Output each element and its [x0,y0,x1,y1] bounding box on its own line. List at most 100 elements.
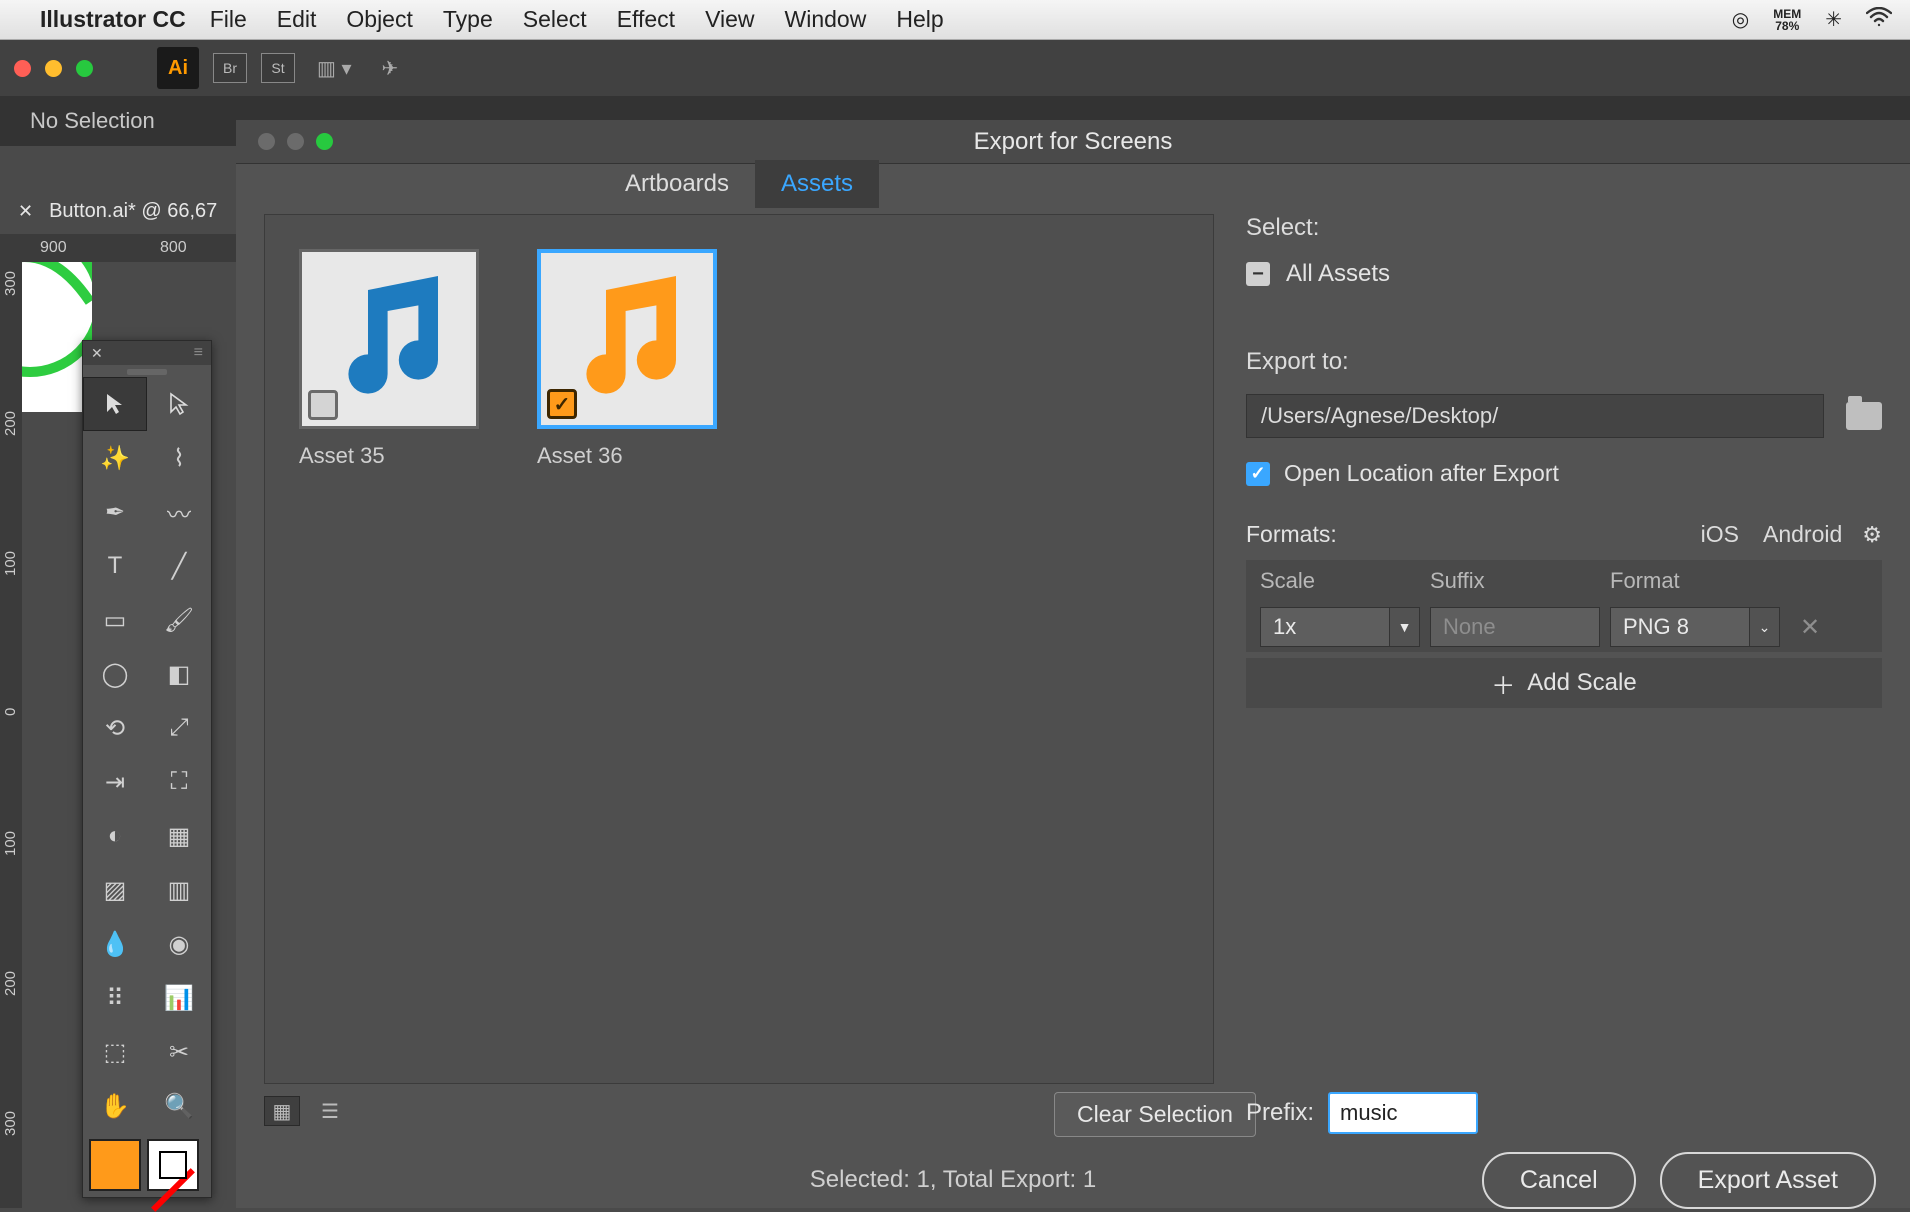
menu-select[interactable]: Select [523,6,587,33]
select-label: Select: [1246,214,1882,242]
shaper-tool[interactable]: ◯ [83,647,147,701]
eraser-tool[interactable]: ◧ [147,647,211,701]
grid-view-icon[interactable]: ▦ [264,1096,300,1126]
asset-check-icon[interactable] [308,390,338,420]
menu-help[interactable]: Help [896,6,943,33]
fill-swatch[interactable] [89,1139,141,1191]
shape-builder-tool[interactable]: ◐ [83,809,147,863]
remove-row-icon[interactable]: ✕ [1800,613,1820,642]
width-tool[interactable]: ⇥ [83,755,147,809]
asset-thumb-box[interactable] [299,249,479,429]
window-minimize-icon[interactable] [45,60,62,77]
menu-edit[interactable]: Edit [277,6,317,33]
dialog-zoom-icon[interactable] [316,133,333,150]
open-location-checkbox[interactable]: ✓ [1246,462,1270,486]
asset-label: Asset 36 [537,443,717,469]
all-assets-toggle[interactable]: − All Assets [1246,260,1882,288]
line-tool[interactable]: ╱ [147,539,211,593]
eyedropper-tool[interactable]: 💧 [83,917,147,971]
asset-thumb[interactable]: ✓ Asset 36 [537,249,717,469]
gpu-preview-icon[interactable]: ✈ [374,52,407,85]
mesh-tool[interactable]: ▨ [83,863,147,917]
menu-effect[interactable]: Effect [617,6,675,33]
menu-window[interactable]: Window [785,6,867,33]
add-scale-button[interactable]: ＋ Add Scale [1246,658,1882,708]
close-tab-icon[interactable]: ✕ [18,201,33,222]
suffix-input[interactable]: None [1430,607,1600,647]
open-location-label: Open Location after Export [1284,460,1559,487]
arrange-documents-icon[interactable]: ▥ ▾ [309,52,360,85]
list-view-icon[interactable]: ☰ [312,1096,348,1126]
scale-tool[interactable]: ⤢ [147,701,211,755]
cancel-button[interactable]: Cancel [1482,1152,1636,1209]
format-settings-gear-icon[interactable]: ⚙ [1862,522,1882,548]
close-panel-icon[interactable]: ✕ [91,345,103,362]
dialog-close-icon[interactable] [258,133,275,150]
window-close-icon[interactable] [14,60,31,77]
perspective-grid-tool[interactable]: ▦ [147,809,211,863]
magic-wand-tool[interactable]: ✨ [83,431,147,485]
blend-tool[interactable]: ◉ [147,917,211,971]
artboard-tool[interactable]: ⬚ [83,1025,147,1079]
type-tool[interactable]: T [83,539,147,593]
export-path-field[interactable]: /Users/Agnese/Desktop/ [1246,394,1824,438]
panel-grip-icon[interactable]: ≡ [194,344,203,362]
export-asset-button[interactable]: Export Asset [1660,1152,1876,1209]
menu-view[interactable]: View [705,6,754,33]
menu-type[interactable]: Type [443,6,493,33]
app-name[interactable]: Illustrator CC [40,6,186,33]
vertical-ruler [0,262,22,1208]
ios-preset-button[interactable]: iOS [1701,521,1739,548]
column-graph-tool[interactable]: 📊 [147,971,211,1025]
chevron-down-icon[interactable]: ▼ [1389,608,1419,646]
document-tab[interactable]: ✕ Button.ai* @ 66,67 [0,190,239,232]
menu-object[interactable]: Object [346,6,412,33]
sync-icon[interactable]: ✳ [1825,7,1842,32]
app-toolbar: Ai Br St ▥ ▾ ✈ [0,40,1910,96]
wifi-icon[interactable] [1866,7,1892,33]
plus-icon: ＋ [1491,666,1515,701]
illustrator-logo-icon: Ai [157,47,199,89]
asset-thumb-box[interactable]: ✓ [537,249,717,429]
stroke-swatch[interactable] [147,1139,199,1191]
zoom-tool[interactable]: 🔍 [147,1079,211,1133]
paintbrush-tool[interactable]: 🖌 [147,593,211,647]
selection-tool[interactable] [83,377,147,431]
symbol-sprayer-tool[interactable]: ⠿ [83,971,147,1025]
asset-thumb[interactable]: Asset 35 [299,249,479,469]
rectangle-tool[interactable]: ▭ [83,593,147,647]
window-zoom-icon[interactable] [76,60,93,77]
ruler-mark: 100 [2,551,19,576]
chevron-down-icon[interactable]: ⌄ [1749,608,1779,646]
drag-handle-icon[interactable] [127,369,167,375]
prefix-input[interactable] [1328,1092,1478,1134]
dialog-minimize-icon[interactable] [287,133,304,150]
hand-tool[interactable]: ✋ [83,1079,147,1133]
lasso-tool[interactable]: ⌇ [147,431,211,485]
export-for-screens-dialog: Export for Screens Artboards Assets Asse… [236,120,1910,1208]
asset-check-icon[interactable]: ✓ [547,389,577,419]
dialog-titlebar: Export for Screens [236,120,1910,164]
creative-cloud-icon[interactable]: ◎ [1732,7,1749,32]
clear-selection-button[interactable]: Clear Selection [1054,1092,1256,1137]
pen-tool[interactable]: ✒ [83,485,147,539]
ruler-mark: 100 [2,831,19,856]
menu-file[interactable]: File [210,6,247,33]
tab-artboards[interactable]: Artboards [599,160,755,208]
asset-label: Asset 35 [299,443,479,469]
choose-folder-icon[interactable] [1846,402,1882,430]
scale-select[interactable]: 1x▼ [1260,607,1420,647]
slice-tool[interactable]: ✂ [147,1025,211,1079]
bridge-button[interactable]: Br [213,53,247,83]
android-preset-button[interactable]: Android [1763,521,1842,548]
indeterminate-checkbox-icon[interactable]: − [1246,262,1270,286]
rotate-tool[interactable]: ⟲ [83,701,147,755]
direct-selection-tool[interactable] [147,377,211,431]
format-select[interactable]: PNG 8⌄ [1610,607,1780,647]
curvature-tool[interactable]: 〰 [147,485,211,539]
stock-button[interactable]: St [261,53,295,83]
gradient-tool[interactable]: ▥ [147,863,211,917]
all-assets-label: All Assets [1286,260,1390,288]
free-transform-tool[interactable]: ⛶ [147,755,211,809]
tab-assets[interactable]: Assets [755,160,879,208]
